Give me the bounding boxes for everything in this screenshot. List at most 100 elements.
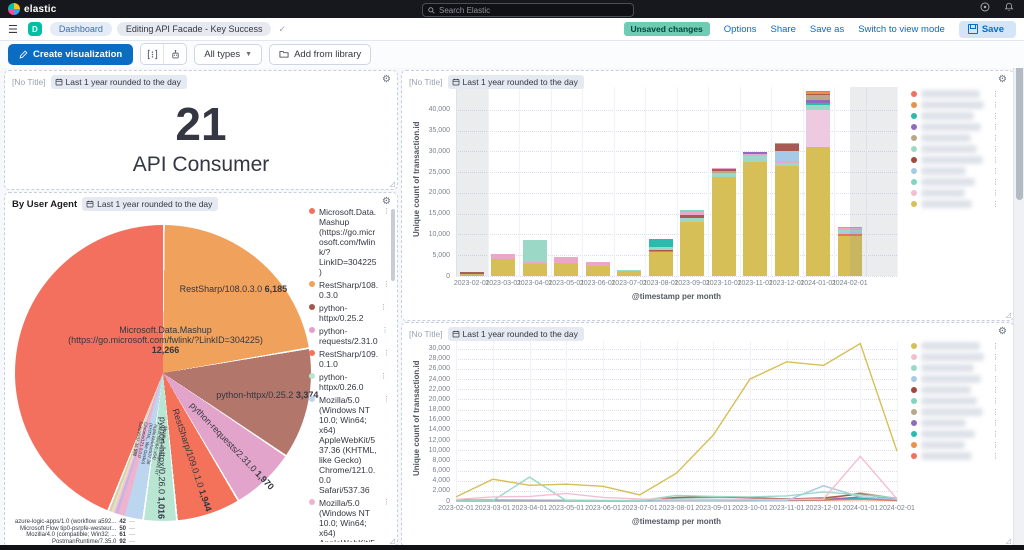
legend-item[interactable]: ⋮ (911, 352, 999, 362)
page-scrollbar[interactable] (1013, 18, 1024, 550)
global-search-input[interactable]: Search Elastic (422, 3, 634, 17)
legend-item[interactable]: ⋮ (911, 89, 999, 99)
add-controls-button[interactable] (141, 44, 164, 64)
switch-view-mode-button[interactable]: Switch to view mode (858, 24, 945, 35)
legend-item[interactable]: ⋮ (911, 155, 999, 165)
bar-segment[interactable] (617, 271, 642, 276)
legend-item[interactable]: ⋮ (911, 199, 999, 209)
legend-item[interactable]: ⋮ (911, 429, 999, 439)
resize-handle[interactable]: ◿ (390, 180, 395, 188)
legend-item[interactable]: ⋮ (911, 188, 999, 198)
panel-settings-gear-icon[interactable]: ⚙ (382, 74, 391, 85)
legend-item-menu-icon[interactable]: ⋮ (383, 395, 387, 403)
create-visualization-button[interactable]: Create visualization (8, 43, 134, 65)
legend-item-menu-icon[interactable]: ⋮ (992, 342, 999, 350)
legend-item-menu-icon[interactable]: ⋮ (992, 408, 999, 416)
legend-item[interactable]: ⋮ (911, 111, 999, 121)
legend-item-menu-icon[interactable]: ⋮ (380, 372, 387, 380)
panel-settings-gear-icon[interactable]: ⚙ (382, 196, 391, 207)
legend-item-menu-icon[interactable]: ⋮ (992, 200, 999, 208)
legend-item-menu-icon[interactable]: ⋮ (992, 101, 999, 109)
menu-icon[interactable]: ☰ (8, 23, 18, 36)
time-range-badge[interactable]: Last 1 year rounded to the day (50, 75, 187, 89)
bar-2023-07-01[interactable] (617, 87, 642, 276)
time-range-badge[interactable]: Last 1 year rounded to the day (447, 75, 584, 89)
legend-item-menu-icon[interactable]: ⋮ (992, 156, 999, 164)
legend-item-menu-icon[interactable]: ⋮ (992, 167, 999, 175)
legend-item[interactable]: ⋮ (911, 407, 999, 417)
legend-item[interactable]: ⋮ (911, 440, 999, 450)
bar-2023-12-01[interactable] (774, 87, 799, 276)
legend-item[interactable]: ⋮ (911, 418, 999, 428)
legend-item[interactable]: Mozilla/5.0 (Windows NT 10.0; Win64; x64… (309, 395, 387, 495)
legend-item-menu-icon[interactable]: ⋮ (992, 452, 999, 460)
legend-item[interactable]: Microsoft.Data.Mashup (https://go.micros… (309, 207, 387, 277)
legend-item-menu-icon[interactable]: ⋮ (992, 397, 999, 405)
save-as-button[interactable]: Save as (810, 24, 844, 35)
legend-item[interactable]: ⋮ (911, 177, 999, 187)
bar-segment[interactable] (806, 109, 831, 148)
bar-2023-11-01[interactable] (743, 87, 768, 276)
ml-assistant-button[interactable] (163, 44, 187, 64)
time-range-badge[interactable]: Last 1 year rounded to the day (447, 327, 584, 341)
legend-scrollbar[interactable] (391, 209, 395, 281)
legend-item-menu-icon[interactable]: ⋮ (380, 303, 387, 311)
save-button[interactable]: Save (958, 20, 1016, 38)
time-range-badge[interactable]: Last 1 year rounded to the day (82, 197, 219, 211)
bar-segment[interactable] (585, 265, 610, 276)
legend-item-menu-icon[interactable]: ⋮ (992, 134, 999, 142)
bar-segment[interactable] (680, 222, 705, 276)
legend-item[interactable]: ⋮ (911, 100, 999, 110)
options-button[interactable]: Options (724, 24, 757, 35)
bar-2023-04-01[interactable] (522, 87, 547, 276)
legend-item-menu-icon[interactable]: ⋮ (992, 386, 999, 394)
resize-handle[interactable]: ◿ (1006, 537, 1011, 545)
legend-item-menu-icon[interactable]: ⋮ (383, 498, 387, 506)
legend-item-menu-icon[interactable]: ⋮ (383, 280, 387, 288)
legend-item-menu-icon[interactable]: ⋮ (992, 112, 999, 120)
legend-item[interactable]: ⋮ (911, 451, 999, 461)
legend-item-menu-icon[interactable]: ⋮ (992, 364, 999, 372)
legend-item[interactable]: ⋮ (911, 341, 999, 351)
bar-segment[interactable] (491, 258, 516, 276)
legend-item[interactable]: ⋮ (911, 133, 999, 143)
panel-title[interactable]: [No Title] (409, 329, 443, 339)
bar-segment[interactable] (522, 263, 547, 276)
bar-2023-10-01[interactable] (711, 87, 736, 276)
bar-segment[interactable] (774, 165, 799, 276)
legend-item-menu-icon[interactable]: ⋮ (992, 430, 999, 438)
alerts-bell-icon[interactable] (1004, 2, 1014, 12)
bar-segment[interactable] (648, 252, 673, 276)
legend-item[interactable]: Mozilla/5.0 (Windows NT 10.0; Win64; x64… (309, 498, 387, 542)
legend-item-menu-icon[interactable]: ⋮ (992, 353, 999, 361)
legend-item-menu-icon[interactable]: ⋮ (992, 375, 999, 383)
resize-handle[interactable]: ◿ (1006, 311, 1011, 319)
breadcrumb-dashboard[interactable]: Dashboard (49, 22, 112, 36)
legend-item-menu-icon[interactable]: ⋮ (992, 419, 999, 427)
legend-item-menu-icon[interactable]: ⋮ (383, 349, 387, 357)
legend-item[interactable]: ⋮ (911, 363, 999, 373)
legend-item-menu-icon[interactable]: ⋮ (992, 178, 999, 186)
legend-item-menu-icon[interactable]: ⋮ (992, 189, 999, 197)
legend-item-menu-icon[interactable]: ⋮ (992, 90, 999, 98)
legend-item[interactable]: ⋮ (911, 144, 999, 154)
bar-segment[interactable] (648, 239, 673, 247)
panel-title[interactable]: [No Title] (12, 77, 46, 87)
panel-settings-gear-icon[interactable]: ⚙ (998, 326, 1007, 337)
panel-settings-gear-icon[interactable]: ⚙ (998, 74, 1007, 85)
legend-item[interactable]: python-httpx/0.25.2 ⋮ (309, 303, 387, 323)
bar-segment[interactable] (774, 150, 799, 162)
legend-item[interactable]: RestSharp/109.0.1.0 ⋮ (309, 349, 387, 369)
line-series[interactable] (455, 342, 898, 498)
bar-segment[interactable] (806, 147, 831, 276)
panel-title[interactable]: [No Title] (409, 77, 443, 87)
apps-icon[interactable] (980, 2, 990, 12)
legend-item[interactable]: ⋮ (911, 122, 999, 132)
legend-item[interactable]: ⋮ (911, 374, 999, 384)
space-badge[interactable]: D (27, 22, 42, 36)
legend-item-menu-icon[interactable]: ⋮ (992, 145, 999, 153)
legend-item[interactable]: RestSharp/108.0.3.0 ⋮ (309, 280, 387, 300)
legend-item[interactable]: python-httpx/0.26.0 ⋮ (309, 372, 387, 392)
legend-item[interactable]: ⋮ (911, 396, 999, 406)
line-plot[interactable] (455, 341, 898, 502)
